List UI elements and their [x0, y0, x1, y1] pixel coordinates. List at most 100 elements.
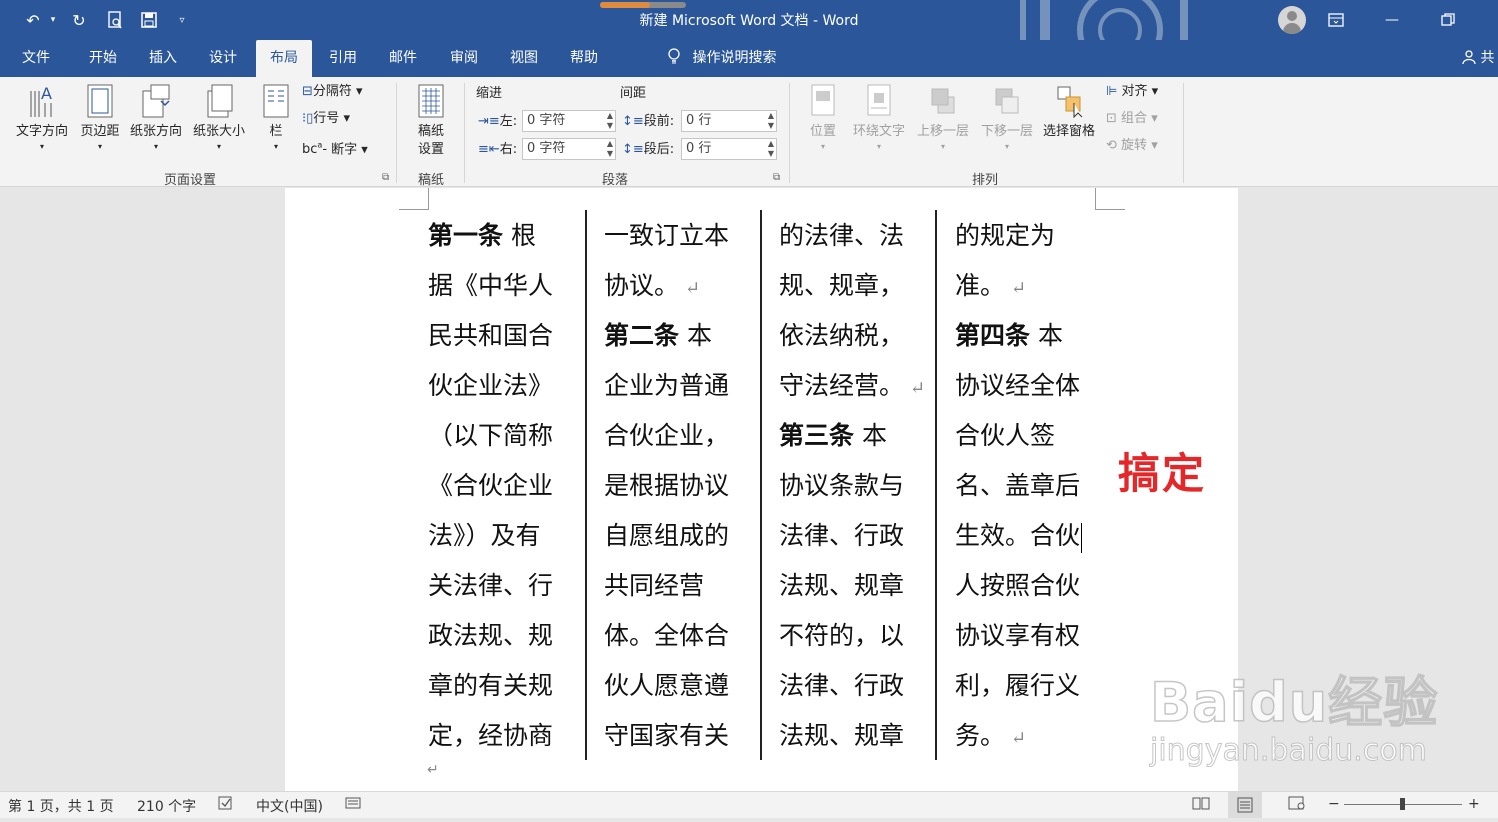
text-line: 守法经营。 ↵ [779, 371, 926, 400]
send-backward-button[interactable]: 下移一层 ▾ [976, 83, 1038, 153]
size-button[interactable]: 纸张大小 ▾ [188, 83, 250, 153]
print-layout-icon[interactable] [1228, 792, 1262, 818]
breaks-button[interactable]: ⊟分隔符 ▾ [302, 83, 363, 101]
margins-button[interactable]: 页边距 ▾ [76, 83, 124, 153]
text-line: 政法规、规 [428, 621, 554, 650]
text-line: 法》）及有 [428, 521, 541, 550]
annotation-text: 搞定 [1118, 449, 1207, 498]
tab-insert[interactable]: 插入 [136, 40, 190, 77]
selection-pane-button[interactable]: 选择窗格 [1038, 83, 1100, 141]
manuscript-settings-button[interactable]: 稿纸 设置 [406, 83, 456, 159]
macro-recording-icon[interactable] [345, 796, 361, 814]
align-label: 对齐 [1121, 84, 1148, 99]
minimize-icon[interactable]: — [1364, 0, 1420, 40]
article-heading: 第三条 [779, 421, 855, 450]
share-button[interactable]: 共 [1462, 40, 1494, 77]
tell-me-label: 操作说明搜索 [692, 50, 777, 66]
spacing-before-label: ↕≡段前: [622, 114, 675, 129]
manuscript-icon [416, 83, 446, 119]
column-separator [935, 210, 937, 760]
restore-icon[interactable] [1420, 0, 1476, 40]
spinner-icon[interactable]: ▲ ▼ [607, 139, 613, 159]
tab-design[interactable]: 设计 [196, 40, 250, 77]
page-count[interactable]: 第 1 页，共 1 页 [8, 796, 114, 816]
bring-forward-button[interactable]: 上移一层 ▾ [912, 83, 974, 153]
zoom-slider[interactable] [1344, 798, 1462, 810]
paragraph-launcher-icon[interactable]: ⧉ [773, 172, 780, 183]
text-column-1[interactable]: 第一条 根据《中华人 民共和国合 伙企业法》 （以下简称 《合伙企业 法》）及有 关法律、行… [428, 218, 558, 768]
language[interactable]: 中文(中国) [256, 796, 323, 816]
tab-help[interactable]: 帮助 [556, 40, 612, 77]
tab-mailings[interactable]: 邮件 [376, 40, 430, 77]
spinner-icon[interactable]: ▲ ▼ [607, 111, 613, 131]
spacing-before-input[interactable]: 0 行 ▲ ▼ [681, 110, 777, 132]
text-line: 协议享有权 [955, 621, 1081, 650]
position-button[interactable]: 位置 ▾ [802, 83, 844, 153]
text-line: 民共和国合 [428, 321, 554, 350]
zoom-out-button[interactable]: − [1328, 796, 1340, 812]
rotate-button[interactable]: ⟲ 旋转 ▾ [1106, 137, 1158, 155]
tab-view[interactable]: 视图 [496, 40, 552, 77]
web-layout-icon[interactable] [1288, 796, 1306, 814]
spacing-after-input[interactable]: 0 行 ▲ ▼ [681, 138, 777, 160]
ribbon-display-icon[interactable] [1308, 0, 1364, 40]
breaks-label: 分隔符 [312, 84, 352, 99]
text-column-2[interactable]: 一致订立本 协议。 ↵ 第二条 本企业为普通 合伙企业， 是根据协议 自愿组成的 共同经营 体。… [604, 218, 734, 768]
orientation-button[interactable]: 纸张方向 ▾ [126, 83, 186, 153]
spinner-icon[interactable]: ▲ ▼ [768, 139, 774, 159]
document-workspace[interactable]: 第一条 根据《中华人 民共和国合 伙企业法》 （以下简称 《合伙企业 法》）及有 关法律、行… [0, 188, 1498, 791]
ribbon: A 文字方向 ▾ 页边距 ▾ 纸张方向 ▾ 纸张大小 ▾ 栏 ▾ ⊟分隔符 ▾ … [0, 77, 1498, 188]
text-line: 合伙企业， [604, 421, 730, 450]
close-icon[interactable] [1476, 0, 1498, 40]
indent-left-input[interactable]: 0 字符 ▲ ▼ [522, 110, 616, 132]
status-bar: 第 1 页，共 1 页 210 个字 中文(中国) − + [0, 791, 1498, 818]
text-line: 务。 ↵ [955, 721, 1027, 750]
indent-right-input[interactable]: 0 字符 ▲ ▼ [522, 138, 616, 160]
text-line: 生效。合伙 [955, 518, 1085, 568]
tell-me-search[interactable]: 操作说明搜索 [668, 40, 776, 77]
tab-file[interactable]: 文件 [10, 40, 62, 77]
group-separator [464, 83, 465, 183]
avatar[interactable] [1278, 6, 1306, 34]
text-line: 准。 ↵ [955, 271, 1027, 300]
word-count[interactable]: 210 个字 [137, 796, 196, 816]
document-page[interactable]: 第一条 根据《中华人 民共和国合 伙企业法》 （以下简称 《合伙企业 法》）及有 关法律、行… [285, 188, 1238, 791]
text-line: 第三条 本 [779, 421, 887, 450]
send-backward-label: 下移一层 [980, 124, 1033, 139]
align-button[interactable]: ⊫ 对齐 ▾ [1106, 83, 1158, 101]
spinner-icon[interactable]: ▲ ▼ [768, 111, 774, 131]
text-line: 不符的，以 [779, 621, 905, 650]
zoom-in-button[interactable]: + [1468, 796, 1480, 812]
orientation-label: 纸张方向 [129, 124, 182, 139]
rotate-icon: ⟲ [1106, 138, 1117, 153]
lightbulb-icon [668, 48, 684, 66]
text-line: 法规、规章 [779, 571, 905, 600]
text-line: 依法纳税， [779, 321, 905, 350]
columns-button[interactable]: 栏 ▾ [256, 83, 296, 153]
zoom-slider-thumb[interactable] [1400, 798, 1405, 810]
group-icon: ⊡ [1106, 111, 1117, 126]
hyphenation-button[interactable]: bca- 断字 ▾ [302, 137, 368, 159]
spacing-after-label: ↕≡段后: [622, 142, 675, 157]
tab-home[interactable]: 开始 [74, 40, 132, 77]
proofing-icon[interactable] [218, 796, 234, 814]
wrap-text-button[interactable]: 环绕文字 ▾ [848, 83, 910, 153]
text-line: 人按照合伙 [955, 571, 1081, 600]
column-separator [760, 210, 762, 760]
wrap-text-icon [864, 83, 894, 119]
text-column-3[interactable]: 的法律、法 规、规章， 依法纳税， 守法经营。 ↵ 第三条 本协议条款与 法律、行政 法规、规… [779, 218, 926, 768]
tab-review[interactable]: 审阅 [436, 40, 492, 77]
crop-mark [399, 188, 429, 210]
group-objects-button[interactable]: ⊡ 组合 ▾ [1106, 110, 1158, 128]
text-line: 章的有关规 [428, 671, 554, 700]
size-label: 纸张大小 [192, 124, 245, 139]
read-mode-icon[interactable] [1192, 796, 1210, 814]
text-column-4[interactable]: 的规定为 准。 ↵ 第四条 本协议经全体 合伙人签 名、盖章后 生效。合伙 人按照合伙 协议享有… [955, 218, 1085, 768]
text-direction-button[interactable]: A 文字方向 ▾ [12, 83, 72, 153]
tab-references[interactable]: 引用 [316, 40, 370, 77]
paragraph-mark: ↵ [1011, 278, 1027, 299]
tab-layout[interactable]: 布局 [256, 40, 312, 77]
page-setup-launcher-icon[interactable]: ⧉ [382, 172, 389, 183]
document-title: 新建 Microsoft Word 文档 - Word [639, 13, 859, 29]
line-numbers-button[interactable]: ⁝▯行号 ▾ [302, 110, 350, 128]
